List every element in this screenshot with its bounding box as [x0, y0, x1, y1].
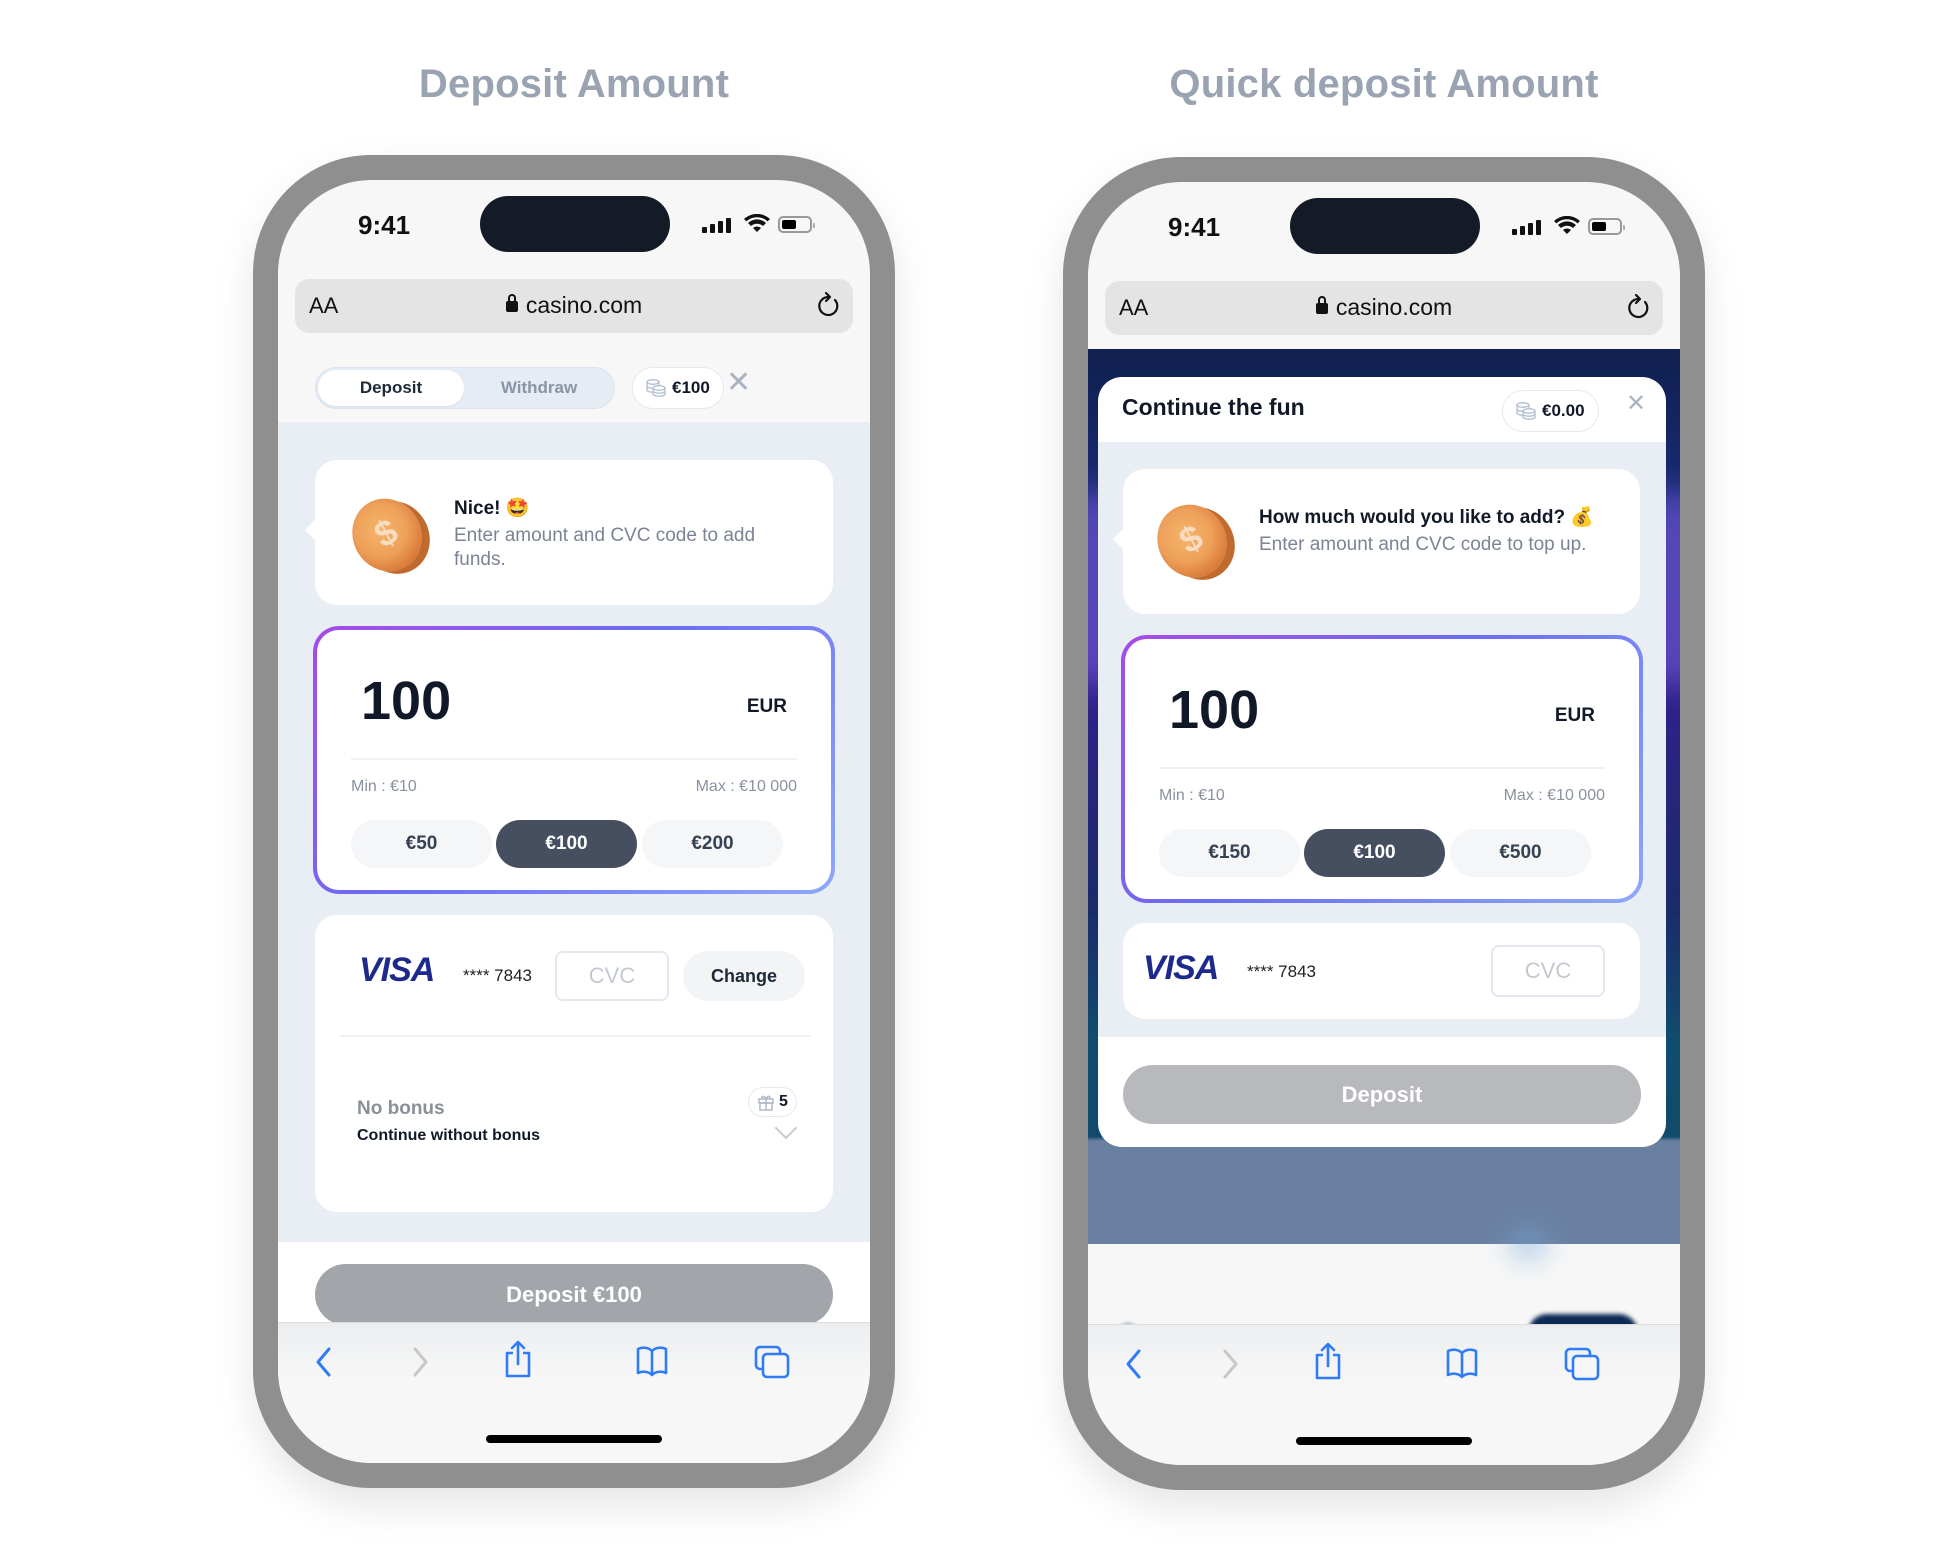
signal-icon	[702, 218, 731, 233]
safari-toolbar	[278, 1322, 870, 1462]
close-icon[interactable]: ✕	[1626, 389, 1646, 418]
bubble-tail	[305, 518, 317, 542]
message-title: How much would you like to add? 💰	[1259, 507, 1595, 528]
phone-screen: 9:41 AA casino.com Deposit Withdraw €100…	[278, 180, 870, 1463]
url-field[interactable]: casino.com	[1105, 294, 1663, 321]
bonus-title: No bonus	[357, 1098, 445, 1119]
message-body: Enter amount and CVC code to add funds.	[454, 525, 756, 570]
lock-icon	[1315, 296, 1328, 314]
wifi-icon	[1554, 216, 1580, 234]
dynamic-island	[1290, 198, 1480, 254]
amount-input[interactable]: 100	[1169, 679, 1259, 741]
heading-quick-deposit-amount: Quick deposit Amount	[1169, 62, 1599, 106]
modal-body: $ How much would you like to add? 💰 Ente…	[1098, 442, 1666, 1037]
payment-card: VISA **** 7843 CVC	[1123, 923, 1640, 1019]
quick-amount-chip[interactable]: €500	[1450, 829, 1591, 877]
reload-icon[interactable]	[1625, 293, 1651, 321]
divider	[1159, 767, 1605, 769]
close-icon[interactable]: ✕	[726, 365, 751, 400]
message-card: $ Nice! 🤩 Enter amount and CVC code to a…	[305, 460, 833, 605]
message-card: $ How much would you like to add? 💰 Ente…	[1113, 469, 1640, 614]
gift-icon	[758, 1095, 774, 1111]
change-card-button[interactable]: Change	[683, 951, 805, 1001]
status-time: 9:41	[358, 210, 411, 240]
bookmarks-icon[interactable]	[1445, 1347, 1479, 1379]
battery-icon	[778, 216, 815, 233]
bonus-count-badge: 5	[748, 1087, 797, 1117]
card-number: **** 7843	[463, 966, 533, 985]
status-time: 9:41	[1168, 212, 1221, 242]
bg-glow	[1508, 1229, 1548, 1259]
deposit-submit-button[interactable]: Deposit €100	[315, 1264, 833, 1325]
address-bar[interactable]: AA casino.com	[295, 279, 853, 333]
modal-title: Continue the fun	[1122, 394, 1305, 420]
reload-icon[interactable]	[815, 291, 841, 319]
share-icon[interactable]	[1312, 1341, 1344, 1381]
safari-toolbar	[1088, 1324, 1680, 1464]
cvc-input[interactable]: CVC	[1491, 945, 1605, 997]
currency-label: EUR	[1554, 705, 1595, 726]
back-icon[interactable]	[314, 1345, 334, 1379]
amount-card: 100 EUR Min : €10 Max : €10 000 €50 €100…	[313, 626, 835, 894]
card-number: **** 7843	[1247, 962, 1317, 981]
amount-card: 100 EUR Min : €10 Max : €10 000 €150 €10…	[1121, 635, 1643, 903]
balance-badge: €0.00	[1502, 390, 1599, 432]
divider	[351, 758, 797, 760]
dynamic-island	[480, 196, 670, 252]
balance-badge: €100	[632, 367, 724, 409]
quick-amount-chip-selected[interactable]: €100	[496, 820, 637, 868]
bubble-tail	[1113, 527, 1125, 551]
coin-icon: $	[1144, 492, 1240, 590]
chevron-down-icon	[774, 1116, 798, 1140]
heading-deposit-amount: Deposit Amount	[418, 62, 730, 106]
divider	[340, 1035, 811, 1037]
phone-screen: 9:41 AA casino.com Continue the fun €0.0…	[1088, 182, 1680, 1465]
bookmarks-icon[interactable]	[635, 1345, 669, 1377]
forward-icon[interactable]	[1220, 1347, 1240, 1381]
forward-icon[interactable]	[410, 1345, 430, 1379]
url-field[interactable]: casino.com	[295, 292, 853, 319]
max-amount: Max : €10 000	[1503, 787, 1605, 804]
coins-icon	[1516, 402, 1536, 420]
phone-frame-quick-deposit: 9:41 AA casino.com Continue the fun €0.0…	[1063, 157, 1705, 1490]
deposit-withdraw-toggle: Deposit Withdraw	[315, 367, 615, 409]
share-icon[interactable]	[502, 1339, 534, 1379]
back-icon[interactable]	[1124, 1347, 1144, 1381]
min-amount: Min : €10	[1159, 787, 1225, 804]
quick-deposit-modal: Continue the fun €0.00 ✕ $ How much woul…	[1098, 377, 1666, 1147]
battery-icon	[1588, 218, 1625, 235]
min-amount: Min : €10	[351, 778, 417, 795]
deposit-submit-button[interactable]: Deposit	[1123, 1065, 1641, 1124]
quick-amount-chip[interactable]: €200	[642, 820, 783, 868]
message-title: Nice! 🤩	[454, 498, 530, 519]
tabs-icon[interactable]	[1564, 1347, 1600, 1381]
tab-withdraw[interactable]: Withdraw	[466, 370, 612, 406]
wifi-icon	[744, 214, 770, 232]
coins-icon	[646, 379, 666, 397]
signal-icon	[1512, 220, 1541, 235]
currency-label: EUR	[746, 696, 787, 717]
home-indicator	[486, 1435, 662, 1443]
message-body: Enter amount and CVC code to top up.	[1259, 534, 1587, 555]
phone-frame-deposit: 9:41 AA casino.com Deposit Withdraw €100…	[253, 155, 895, 1488]
coin-icon: $	[339, 486, 435, 584]
address-bar[interactable]: AA casino.com	[1105, 281, 1663, 335]
deposit-footer: Deposit €100	[278, 1242, 870, 1325]
quick-amount-chip[interactable]: €50	[351, 820, 492, 868]
deposit-header: Deposit Withdraw €100 ✕	[278, 347, 870, 422]
deposit-content: $ Nice! 🤩 Enter amount and CVC code to a…	[278, 422, 870, 1242]
amount-input[interactable]: 100	[361, 670, 451, 732]
home-indicator	[1296, 1437, 1472, 1445]
visa-logo: VISA	[359, 951, 435, 989]
payment-card: VISA **** 7843 CVC Change No bonus Conti…	[315, 915, 833, 1212]
bonus-subtitle: Continue without bonus	[357, 1127, 541, 1144]
tab-deposit[interactable]: Deposit	[318, 370, 464, 406]
max-amount: Max : €10 000	[695, 778, 797, 795]
lock-icon	[505, 294, 518, 312]
visa-logo: VISA	[1143, 949, 1219, 987]
tabs-icon[interactable]	[754, 1345, 790, 1379]
quick-amount-chip-selected[interactable]: €100	[1304, 829, 1445, 877]
cvc-input[interactable]: CVC	[555, 951, 669, 1001]
quick-amount-chip[interactable]: €150	[1159, 829, 1300, 877]
